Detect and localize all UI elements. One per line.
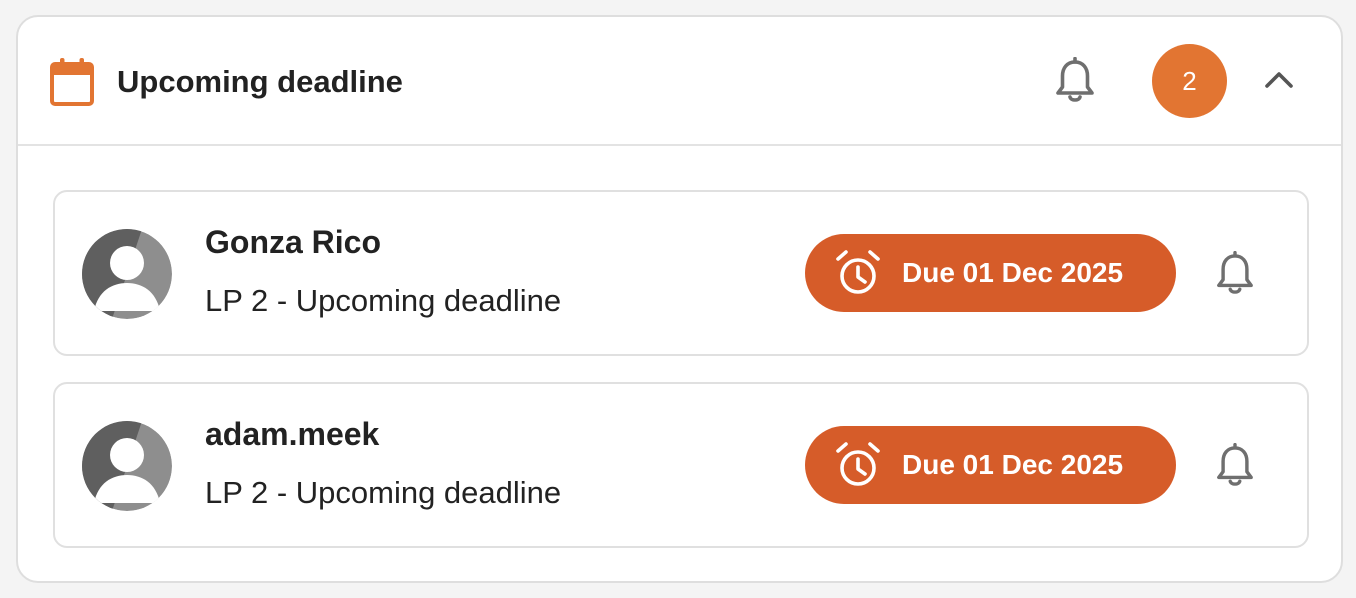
assignee-name: Gonza Rico <box>205 224 382 260</box>
due-date-label: Due 01 Dec 2025 <box>902 257 1124 288</box>
upcoming-deadline-card: Upcoming deadline 2 Gonza Rico LP 2 - Up… <box>16 15 1343 583</box>
bell-icon[interactable] <box>1215 251 1255 297</box>
due-date-label: Due 01 Dec 2025 <box>902 449 1124 480</box>
alarm-clock-icon <box>836 250 880 294</box>
bell-icon[interactable] <box>1215 443 1255 489</box>
bell-icon[interactable] <box>1054 57 1096 105</box>
deadline-count-badge: 2 <box>1152 44 1227 118</box>
deadline-description: LP 2 - Upcoming deadline <box>205 283 562 318</box>
user-avatar-icon <box>82 421 172 511</box>
deadline-item[interactable]: adam.meek LP 2 - Upcoming deadline Due 0… <box>53 382 1309 548</box>
assignee-name: adam.meek <box>205 416 380 452</box>
card-title: Upcoming deadline <box>117 64 403 99</box>
chevron-up-icon[interactable] <box>1261 64 1297 94</box>
deadline-item[interactable]: Gonza Rico LP 2 - Upcoming deadline Due … <box>53 190 1309 356</box>
deadline-description: LP 2 - Upcoming deadline <box>205 475 562 510</box>
card-header[interactable]: Upcoming deadline 2 <box>18 17 1341 146</box>
calendar-icon <box>50 58 94 106</box>
alarm-clock-icon <box>836 442 880 486</box>
user-avatar-icon <box>82 229 172 319</box>
due-date-badge[interactable]: Due 01 Dec 2025 <box>805 426 1176 504</box>
due-date-badge[interactable]: Due 01 Dec 2025 <box>805 234 1176 312</box>
